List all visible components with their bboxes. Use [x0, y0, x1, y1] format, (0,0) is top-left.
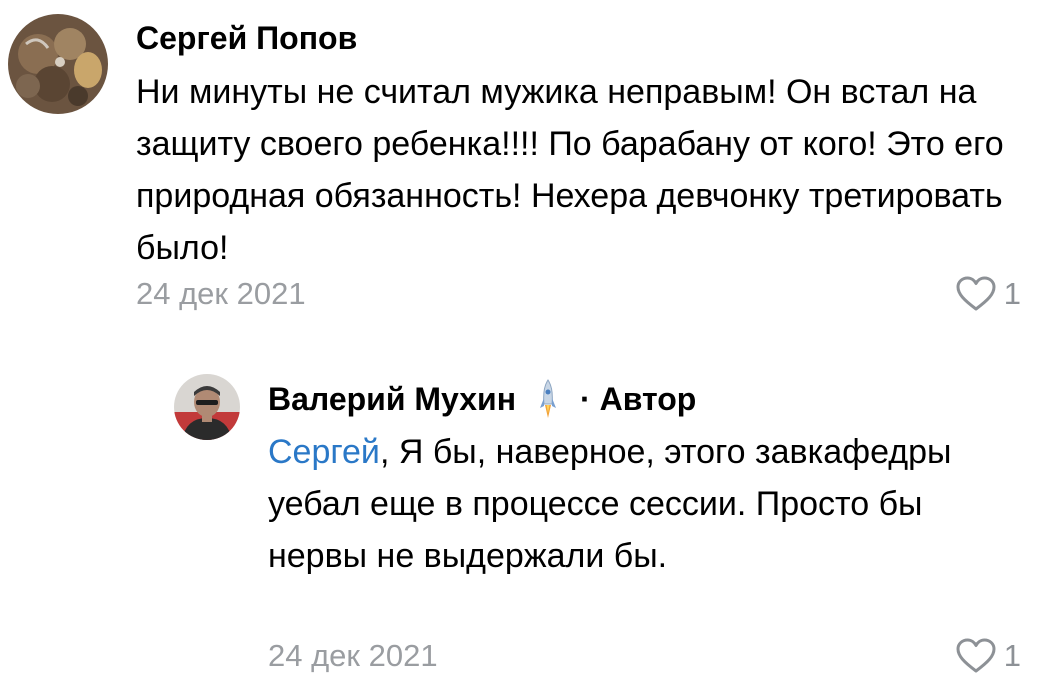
- heart-icon: [956, 276, 996, 311]
- author-name[interactable]: Сергей Попов: [136, 18, 357, 58]
- author-name[interactable]: Валерий Мухин: [268, 379, 516, 419]
- avatar[interactable]: [8, 14, 108, 114]
- like-count: 1: [1003, 638, 1021, 673]
- like-button[interactable]: 1: [956, 636, 1021, 676]
- mention-link[interactable]: Сергей: [268, 433, 380, 471]
- heart-icon: [956, 638, 996, 673]
- comment-body: Ни минуты не считал мужика неправым! Он …: [136, 73, 1004, 267]
- comment-date[interactable]: 24 дек 2021: [268, 636, 438, 676]
- author-tag: · Автор: [580, 381, 697, 417]
- comment-text: Ни минуты не считал мужика неправым! Он …: [136, 66, 1026, 274]
- rocket-icon: [540, 379, 557, 418]
- avatar-image: [174, 374, 240, 440]
- avatar[interactable]: [174, 374, 240, 440]
- like-button[interactable]: 1: [956, 274, 1021, 314]
- like-count: 1: [1003, 276, 1021, 311]
- author-line: Валерий Мухин · Автор: [268, 378, 696, 420]
- author-line: Сергей Попов: [136, 18, 357, 58]
- comment-text: Сергей, Я бы, наверное, этого завкафедры…: [268, 426, 1018, 582]
- avatar-image: [8, 14, 108, 114]
- comment-date[interactable]: 24 дек 2021: [136, 274, 306, 314]
